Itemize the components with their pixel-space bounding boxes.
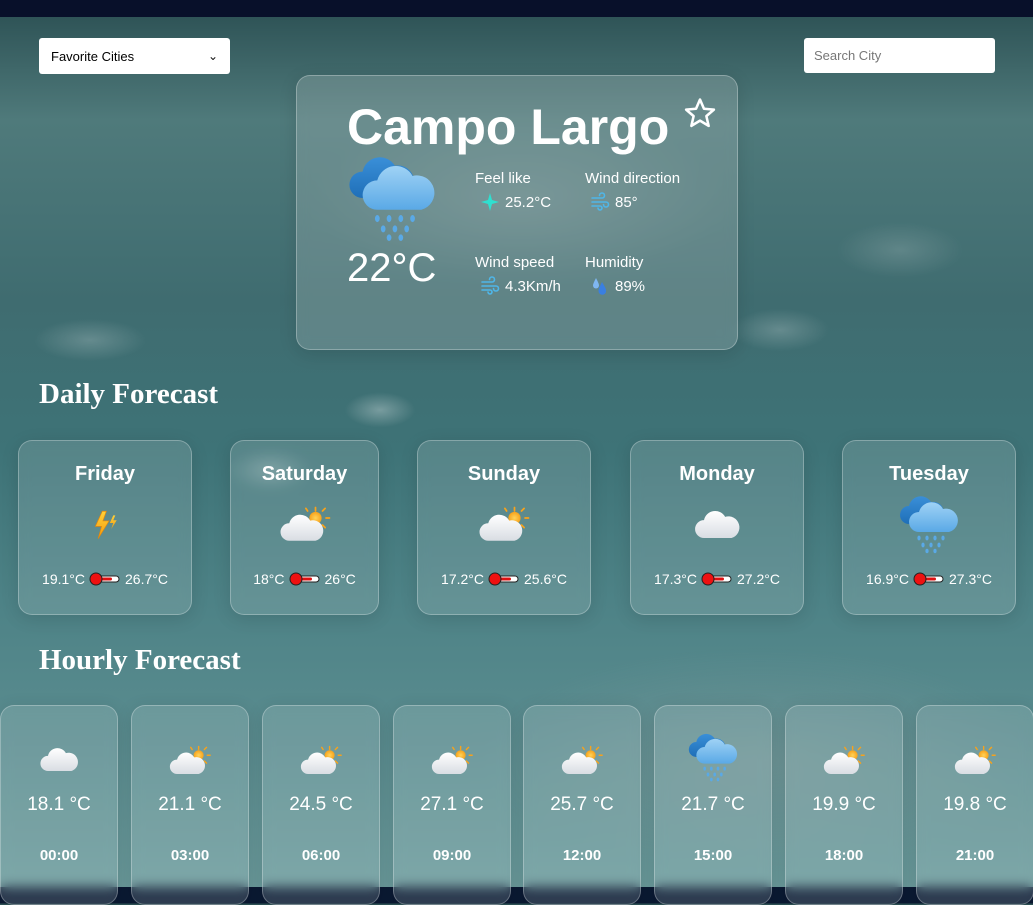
humidity-value: 89% [590,276,645,296]
wind-speed-text: 4.3Km/h [505,277,561,295]
current-weather-card: Campo Largo 22°C Feel like 25.2°C Wind d… [296,75,738,350]
partly-cloudy-icon [952,744,998,778]
day-max-temp: 27.3°C [949,571,992,587]
thermometer-icon [289,572,321,586]
partly-cloudy-icon [429,744,475,778]
thermometer-icon [89,572,121,586]
feels-like-label: Feel like [475,170,531,187]
day-temp-range: 16.9°C 27.3°C [843,571,1015,587]
hour-time: 21:00 [955,847,995,864]
hour-temp: 24.5 °C [289,794,353,815]
partly-cloudy-icon [821,744,867,778]
day-min-temp: 17.2°C [441,571,484,587]
city-name: Campo Largo [347,99,670,155]
wind-direction-value: 85° [590,192,638,212]
hour-card: 19.9 °C 18:00 [785,705,903,905]
day-max-temp: 27.2°C [737,571,780,587]
hourly-forecast-heading: Hourly Forecast [39,644,241,676]
hour-temp: 19.9 °C [812,794,876,815]
partly-cloudy-icon [476,505,532,545]
cloud-icon [691,507,743,543]
hour-time: 12:00 [562,847,602,864]
feels-like-value: 25.2°C [480,192,551,212]
hour-temp: 21.1 °C [158,794,222,815]
hour-time: 18:00 [824,847,864,864]
cloud-icon [37,744,81,776]
day-min-temp: 18°C [253,571,285,587]
day-max-temp: 26.7°C [125,571,168,587]
thermometer-icon [701,572,733,586]
star-outline-icon[interactable] [683,96,717,130]
partly-cloudy-icon [559,744,605,778]
thermometer-icon [488,572,520,586]
hour-temp: 25.7 °C [550,794,614,815]
hour-card: 24.5 °C 06:00 [262,705,380,905]
hour-card: 25.7 °C 12:00 [523,705,641,905]
day-min-temp: 17.3°C [654,571,697,587]
favorite-cities-select-value: Favorite Cities [51,48,135,64]
thermometer-icon [913,572,945,586]
favorite-cities-select[interactable]: Favorite Cities ⌄ [39,38,230,74]
day-card: Monday 17.3°C 27.2°C [630,440,804,615]
hour-time: 15:00 [693,847,733,864]
hour-card: 27.1 °C 09:00 [393,705,511,905]
cloud-rain-icon [897,493,961,555]
wind-icon [480,276,500,296]
chevron-down-icon: ⌄ [207,49,218,63]
hour-time: 09:00 [432,847,472,864]
humidity-label: Humidity [585,254,644,271]
search-city-input[interactable] [804,38,995,73]
hour-card: 21.7 °C 15:00 [654,705,772,905]
current-temperature: 22°C [347,246,437,290]
hour-temp: 21.7 °C [681,794,745,815]
day-name: Saturday [261,463,348,485]
hour-card: 18.1 °C 00:00 [0,705,118,905]
humidity-text: 89% [615,277,646,295]
day-temp-range: 17.2°C 25.6°C [418,571,590,587]
day-max-temp: 25.6°C [524,571,567,587]
day-card: Friday 19.1°C 26.7°C [18,440,192,615]
day-max-temp: 26°C [324,571,356,587]
wind-direction-label: Wind direction [585,170,681,187]
day-card: Tuesday 16.9°C 27.3°C [842,440,1016,615]
day-name: Sunday [467,463,541,485]
day-name: Friday [74,463,136,485]
hour-temp: 19.8 °C [943,794,1007,815]
day-min-temp: 19.1°C [42,571,85,587]
sparkle-icon [481,193,499,211]
droplets-icon [593,278,607,295]
wind-speed-label: Wind speed [475,254,555,271]
partly-cloudy-icon [167,744,213,778]
thunderstorm-icon [83,505,127,545]
feels-like-text: 25.2°C [505,193,552,211]
day-card: Saturday 18°C 26°C [230,440,379,615]
wind-icon [590,192,610,212]
day-min-temp: 16.9°C [866,571,909,587]
day-temp-range: 17.3°C 27.2°C [631,571,803,587]
partly-cloudy-icon [277,505,333,545]
cloud-rain-icon [686,732,740,782]
wind-direction-text: 85° [615,193,638,211]
hour-card: 19.8 °C 21:00 [916,705,1033,905]
hour-time: 06:00 [301,847,341,864]
hour-time: 03:00 [170,847,210,864]
day-name: Tuesday [889,463,969,485]
hour-temp: 27.1 °C [420,794,484,815]
hour-time: 00:00 [39,847,79,864]
day-temp-range: 19.1°C 26.7°C [19,571,191,587]
wind-speed-value: 4.3Km/h [480,276,561,296]
hour-card: 21.1 °C 03:00 [131,705,249,905]
cloud-rain-icon [345,152,439,244]
daily-forecast-heading: Daily Forecast [39,378,219,410]
day-name: Monday [679,463,755,485]
hour-temp: 18.1 °C [27,794,91,815]
partly-cloudy-icon [298,744,344,778]
day-card: Sunday 17.2°C 25.6°C [417,440,591,615]
day-temp-range: 18°C 26°C [231,571,378,587]
top-bar [0,0,1033,17]
